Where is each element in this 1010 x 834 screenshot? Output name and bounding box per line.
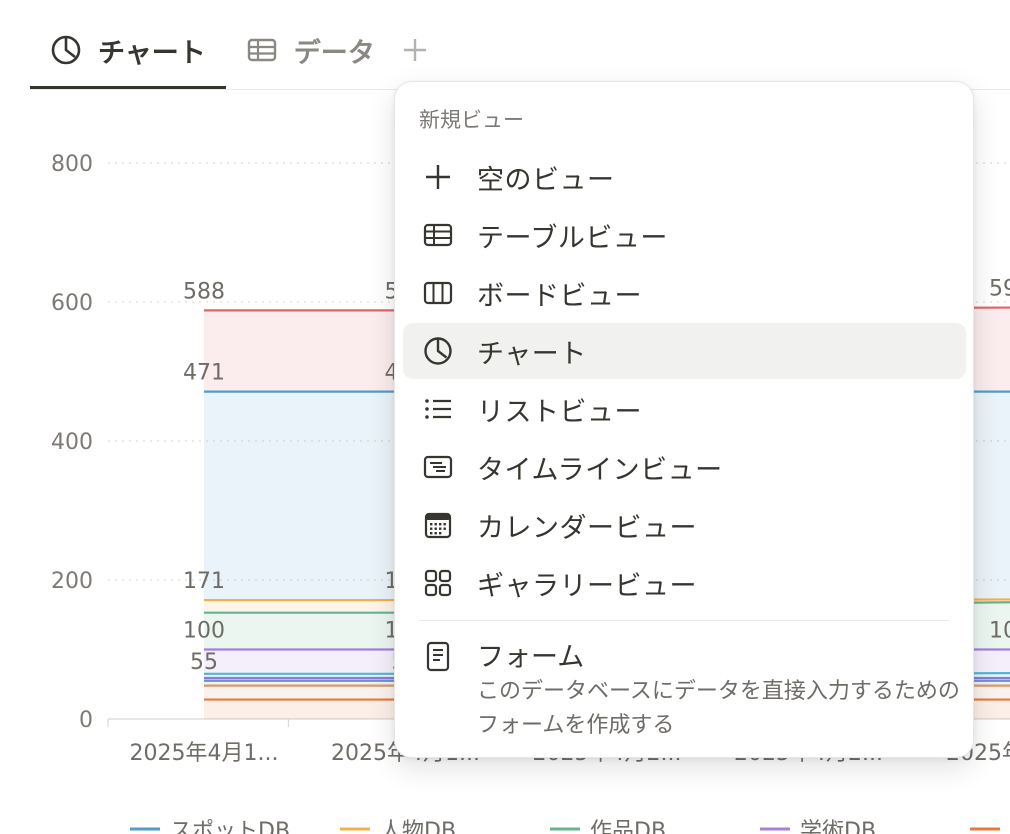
data-label: 55 [190,650,218,675]
tab-label: データ [293,37,375,69]
tab-chart[interactable]: チャート [30,26,226,90]
menu-item-label: ギャラリービュー [477,570,697,602]
menu-item-label: テーブルビュー [477,222,668,254]
y-tick-label: 400 [51,430,93,455]
menu-item-chart[interactable]: チャート [403,323,966,379]
table-icon [246,34,278,66]
y-tick-label: 0 [79,708,93,733]
menu-item-form[interactable]: フォーム このデータベースにデータを直接入力するためのフォームを作成する [403,635,966,745]
data-label: 471 [183,361,225,386]
menu-item-board-view[interactable]: ボードビュー [403,265,966,321]
plus-icon [403,39,426,61]
menu-item-empty-view[interactable]: 空のビュー [403,149,966,205]
tab-label: チャート [98,37,206,69]
plus-icon [421,160,455,194]
legend-label: スポットDB [170,819,290,834]
table-icon [421,218,455,252]
legend-label: 人物DB [380,819,456,834]
timeline-icon [421,450,455,484]
list-icon [421,392,455,426]
menu-item-label: カレンダービュー [477,512,697,544]
new-view-menu: 新規ビュー 空のビュー テーブルビュー ボードビュー チャート リストビュー タ… [394,81,974,758]
board-icon [421,276,455,310]
legend-label: 作品DB [590,819,666,834]
menu-item-label: リストビュー [477,396,642,428]
menu-item-label: タイムラインビュー [477,454,723,486]
calendar-icon [421,508,455,542]
menu-item-table-view[interactable]: テーブルビュー [403,207,966,263]
y-tick-label: 200 [51,569,93,594]
data-label: 588 [183,279,225,304]
add-view-button[interactable] [397,26,433,74]
y-tick-label: 800 [51,152,93,177]
menu-item-label: 空のビュー [477,164,615,196]
form-title: フォーム [477,642,585,673]
menu-divider [419,620,949,621]
menu-item-label: チャート [477,338,587,370]
data-label: 100 [183,619,225,644]
menu-item-label: ボードビュー [477,280,642,312]
data-label: 171 [183,569,225,594]
menu-item-list-view[interactable]: リストビュー [403,381,966,437]
menu-item-timeline-view[interactable]: タイムラインビュー [403,439,966,495]
x-tick-label: 2025年4月1... [130,741,279,766]
chart-pie-icon [50,34,82,66]
data-label: 592 [989,277,1010,302]
gallery-icon [421,566,455,600]
view-tabs: チャート データ [30,26,433,90]
menu-item-gallery-view[interactable]: ギャラリービュー [403,555,966,611]
form-icon [421,639,455,673]
chart-pie-icon [421,334,455,368]
form-description: このデータベースにデータを直接入力するためのフォームを作成する [477,679,960,738]
menu-item-calendar-view[interactable]: カレンダービュー [403,497,966,553]
legend-label: 学術DB [800,819,876,834]
data-label: 100 [989,619,1010,644]
tab-data[interactable]: データ [226,26,395,74]
y-tick-label: 600 [51,291,93,316]
menu-header: 新規ビュー [419,108,524,132]
